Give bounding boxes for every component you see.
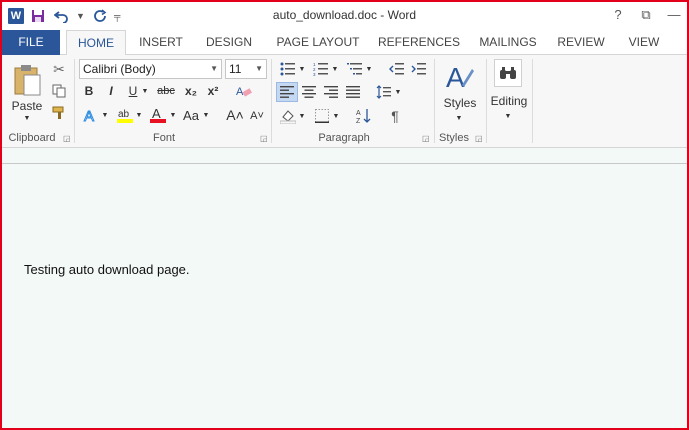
chevron-down-icon: ▼ bbox=[210, 64, 218, 73]
bullets-dropdown-icon[interactable]: ▼ bbox=[298, 60, 306, 78]
svg-text:Z: Z bbox=[356, 118, 361, 124]
increase-indent-icon[interactable] bbox=[409, 60, 429, 78]
svg-text:A: A bbox=[152, 106, 161, 121]
align-left-button[interactable] bbox=[276, 82, 298, 102]
group-divider bbox=[532, 59, 533, 143]
tab-mailings[interactable]: MAILINGS bbox=[472, 30, 544, 55]
minimize-button[interactable]: — bbox=[667, 6, 681, 24]
text-effects-icon[interactable]: A bbox=[80, 105, 102, 125]
shading-dropdown-icon[interactable]: ▼ bbox=[298, 106, 306, 126]
borders-dropdown-icon[interactable]: ▼ bbox=[332, 106, 340, 126]
chevron-down-icon: ▼ bbox=[255, 64, 263, 73]
cut-icon[interactable]: ✂ bbox=[50, 60, 68, 78]
numbering-dropdown-icon[interactable]: ▼ bbox=[331, 60, 339, 78]
strikethrough-button[interactable]: abc bbox=[154, 82, 178, 100]
word-window: W ▼ ╤ auto_download.doc - Word ? ⧉ — FIL… bbox=[0, 0, 689, 430]
svg-text:A: A bbox=[446, 62, 465, 93]
multilevel-dropdown-icon[interactable]: ▼ bbox=[365, 60, 373, 78]
group-divider bbox=[271, 59, 272, 143]
binoculars-icon[interactable] bbox=[494, 59, 522, 87]
svg-text:A: A bbox=[84, 108, 94, 123]
borders-icon[interactable] bbox=[312, 106, 332, 126]
copy-icon[interactable] bbox=[50, 82, 68, 100]
tab-view[interactable]: VIEW bbox=[622, 30, 666, 55]
grow-font-button[interactable]: A˄ bbox=[226, 105, 244, 125]
clipboard-group-label: Clipboard bbox=[8, 132, 56, 144]
superscript-button[interactable]: x² bbox=[204, 82, 222, 100]
show-formatting-marks-button[interactable]: ¶ bbox=[385, 106, 405, 126]
line-spacing-dropdown-icon[interactable]: ▼ bbox=[394, 82, 402, 102]
ribbon-tabs: FILE HOME INSERT DESIGN PAGE LAYOUT REFE… bbox=[2, 30, 687, 56]
document-body-text[interactable]: Testing auto download page. bbox=[24, 262, 190, 277]
font-color-dropdown-icon[interactable]: ▼ bbox=[168, 105, 178, 125]
tab-page-layout[interactable]: PAGE LAYOUT bbox=[272, 30, 364, 55]
align-center-button[interactable] bbox=[299, 82, 319, 102]
styles-group-label: Styles bbox=[439, 132, 469, 144]
document-area[interactable]: Testing auto download page. bbox=[2, 149, 687, 428]
styles-dropdown-icon[interactable]: ▼ bbox=[454, 113, 464, 123]
tab-home[interactable]: HOME bbox=[66, 30, 126, 56]
font-group-label: Font bbox=[152, 132, 175, 144]
bullets-icon[interactable] bbox=[277, 60, 299, 78]
font-name-value: Calibri (Body) bbox=[83, 62, 156, 76]
font-launcher-icon[interactable]: ◲ bbox=[260, 135, 268, 143]
svg-text:A: A bbox=[356, 110, 361, 117]
decrease-indent-icon[interactable] bbox=[387, 60, 407, 78]
format-painter-icon[interactable] bbox=[50, 104, 68, 122]
svg-text:ab: ab bbox=[118, 109, 130, 120]
tab-references[interactable]: REFERENCES bbox=[378, 30, 460, 55]
ribbon-display-options-button[interactable]: ⧉ bbox=[639, 6, 653, 24]
text-effects-dropdown-icon[interactable]: ▼ bbox=[100, 105, 110, 125]
paste-button[interactable]: Paste bbox=[8, 99, 46, 113]
underline-dropdown-icon[interactable]: ▼ bbox=[140, 82, 150, 100]
italic-button[interactable]: I bbox=[102, 82, 120, 100]
change-case-dropdown-icon[interactable]: ▼ bbox=[201, 105, 211, 125]
group-divider bbox=[74, 59, 75, 143]
paragraph-group-label: Paragraph bbox=[318, 132, 370, 144]
window-title: auto_download.doc - Word bbox=[272, 8, 417, 22]
paragraph-launcher-icon[interactable]: ◲ bbox=[422, 135, 430, 143]
numbering-icon[interactable]: 123 bbox=[310, 60, 332, 78]
paste-icon[interactable] bbox=[8, 59, 46, 101]
group-divider bbox=[434, 59, 435, 143]
shrink-font-button[interactable]: A˅ bbox=[248, 107, 266, 125]
font-size-combo[interactable]: 11 ▼ bbox=[225, 59, 267, 79]
line-spacing-icon[interactable] bbox=[374, 82, 394, 102]
shading-icon[interactable] bbox=[277, 106, 299, 126]
highlight-icon[interactable]: ab bbox=[114, 105, 136, 125]
ruler-line bbox=[2, 163, 687, 164]
justify-button[interactable] bbox=[343, 82, 363, 102]
window-controls: ? ⧉ — bbox=[611, 6, 681, 24]
styles-icon[interactable]: A bbox=[442, 59, 478, 95]
styles-button[interactable]: Styles bbox=[438, 95, 482, 111]
font-name-combo[interactable]: Calibri (Body) ▼ bbox=[79, 59, 222, 79]
multilevel-list-icon[interactable] bbox=[344, 60, 366, 78]
align-right-button[interactable] bbox=[321, 82, 341, 102]
font-size-value: 11 bbox=[229, 62, 242, 76]
highlight-dropdown-icon[interactable]: ▼ bbox=[134, 105, 144, 125]
svg-text:3: 3 bbox=[313, 72, 316, 76]
paste-dropdown-icon[interactable]: ▼ bbox=[20, 113, 34, 123]
change-case-button[interactable]: Aa bbox=[180, 105, 202, 125]
svg-text:A: A bbox=[236, 86, 244, 98]
clipboard-launcher-icon[interactable]: ◲ bbox=[63, 135, 71, 143]
title-bar: W ▼ ╤ auto_download.doc - Word ? ⧉ — bbox=[2, 2, 687, 30]
editing-dropdown-icon[interactable]: ▼ bbox=[503, 111, 513, 121]
tab-insert[interactable]: INSERT bbox=[136, 30, 186, 55]
sort-icon[interactable]: AZ bbox=[354, 106, 374, 126]
editing-button[interactable]: Editing bbox=[487, 93, 531, 109]
tab-file[interactable]: FILE bbox=[2, 30, 60, 55]
tab-review[interactable]: REVIEW bbox=[556, 30, 606, 55]
clear-formatting-icon[interactable]: A bbox=[234, 82, 254, 100]
font-color-icon[interactable]: A bbox=[148, 105, 168, 125]
help-button[interactable]: ? bbox=[611, 6, 625, 24]
styles-launcher-icon[interactable]: ◲ bbox=[475, 135, 483, 143]
tab-design[interactable]: DESIGN bbox=[202, 30, 256, 55]
ribbon-home: Paste ▼ ✂ Clipboard ◲ Calibri (Body) ▼ 1… bbox=[2, 55, 687, 148]
bold-button[interactable]: B bbox=[80, 82, 98, 100]
subscript-button[interactable]: x₂ bbox=[182, 82, 200, 100]
